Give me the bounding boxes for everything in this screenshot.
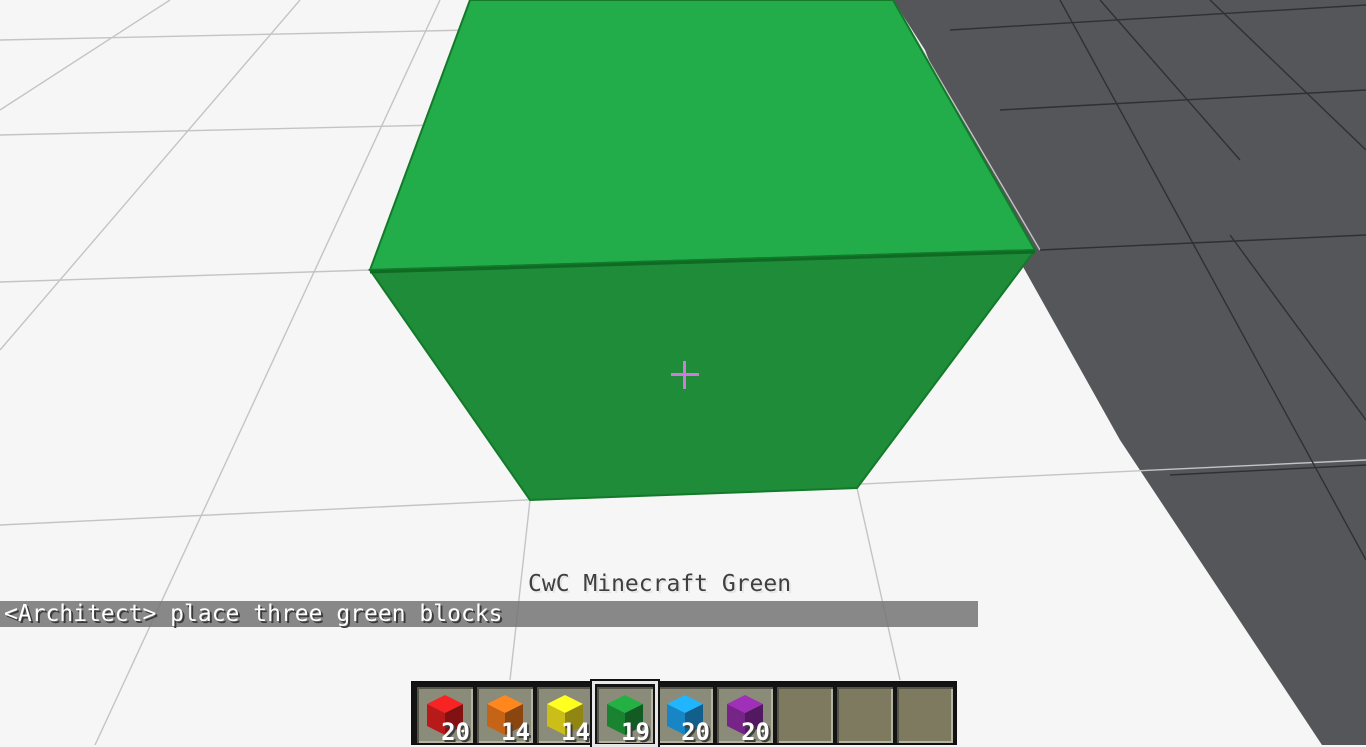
slot-count: 20 <box>741 718 770 746</box>
slot-count: 20 <box>441 718 470 746</box>
slot-count: 14 <box>501 718 530 746</box>
hotbar-slot-5[interactable]: 20 <box>657 687 713 746</box>
hotbar-slot-7[interactable] <box>777 687 833 743</box>
hotbar-slot-4[interactable]: 19 <box>597 687 653 746</box>
hotbar-slot-6[interactable]: 20 <box>717 687 773 746</box>
hotbar-slot-1[interactable]: 20 <box>417 687 473 746</box>
hotbar-slot-9[interactable] <box>897 687 953 743</box>
slot-count: 20 <box>681 718 710 746</box>
slot-count: 14 <box>561 718 590 746</box>
chat-message-line: <Architect> place three green blocks <box>0 601 978 627</box>
hotbar[interactable]: 20 14 14 19 20 20 <box>411 679 957 747</box>
held-item-name: CwC Minecraft Green <box>528 571 792 597</box>
slot-count: 19 <box>621 718 650 746</box>
hotbar-slot-3[interactable]: 14 <box>537 687 593 746</box>
hotbar-slot-2[interactable]: 14 <box>477 687 533 746</box>
crosshair-icon <box>671 361 699 389</box>
hotbar-slot-8[interactable] <box>837 687 893 743</box>
chat-message-text: <Architect> place three green blocks <box>4 601 503 627</box>
